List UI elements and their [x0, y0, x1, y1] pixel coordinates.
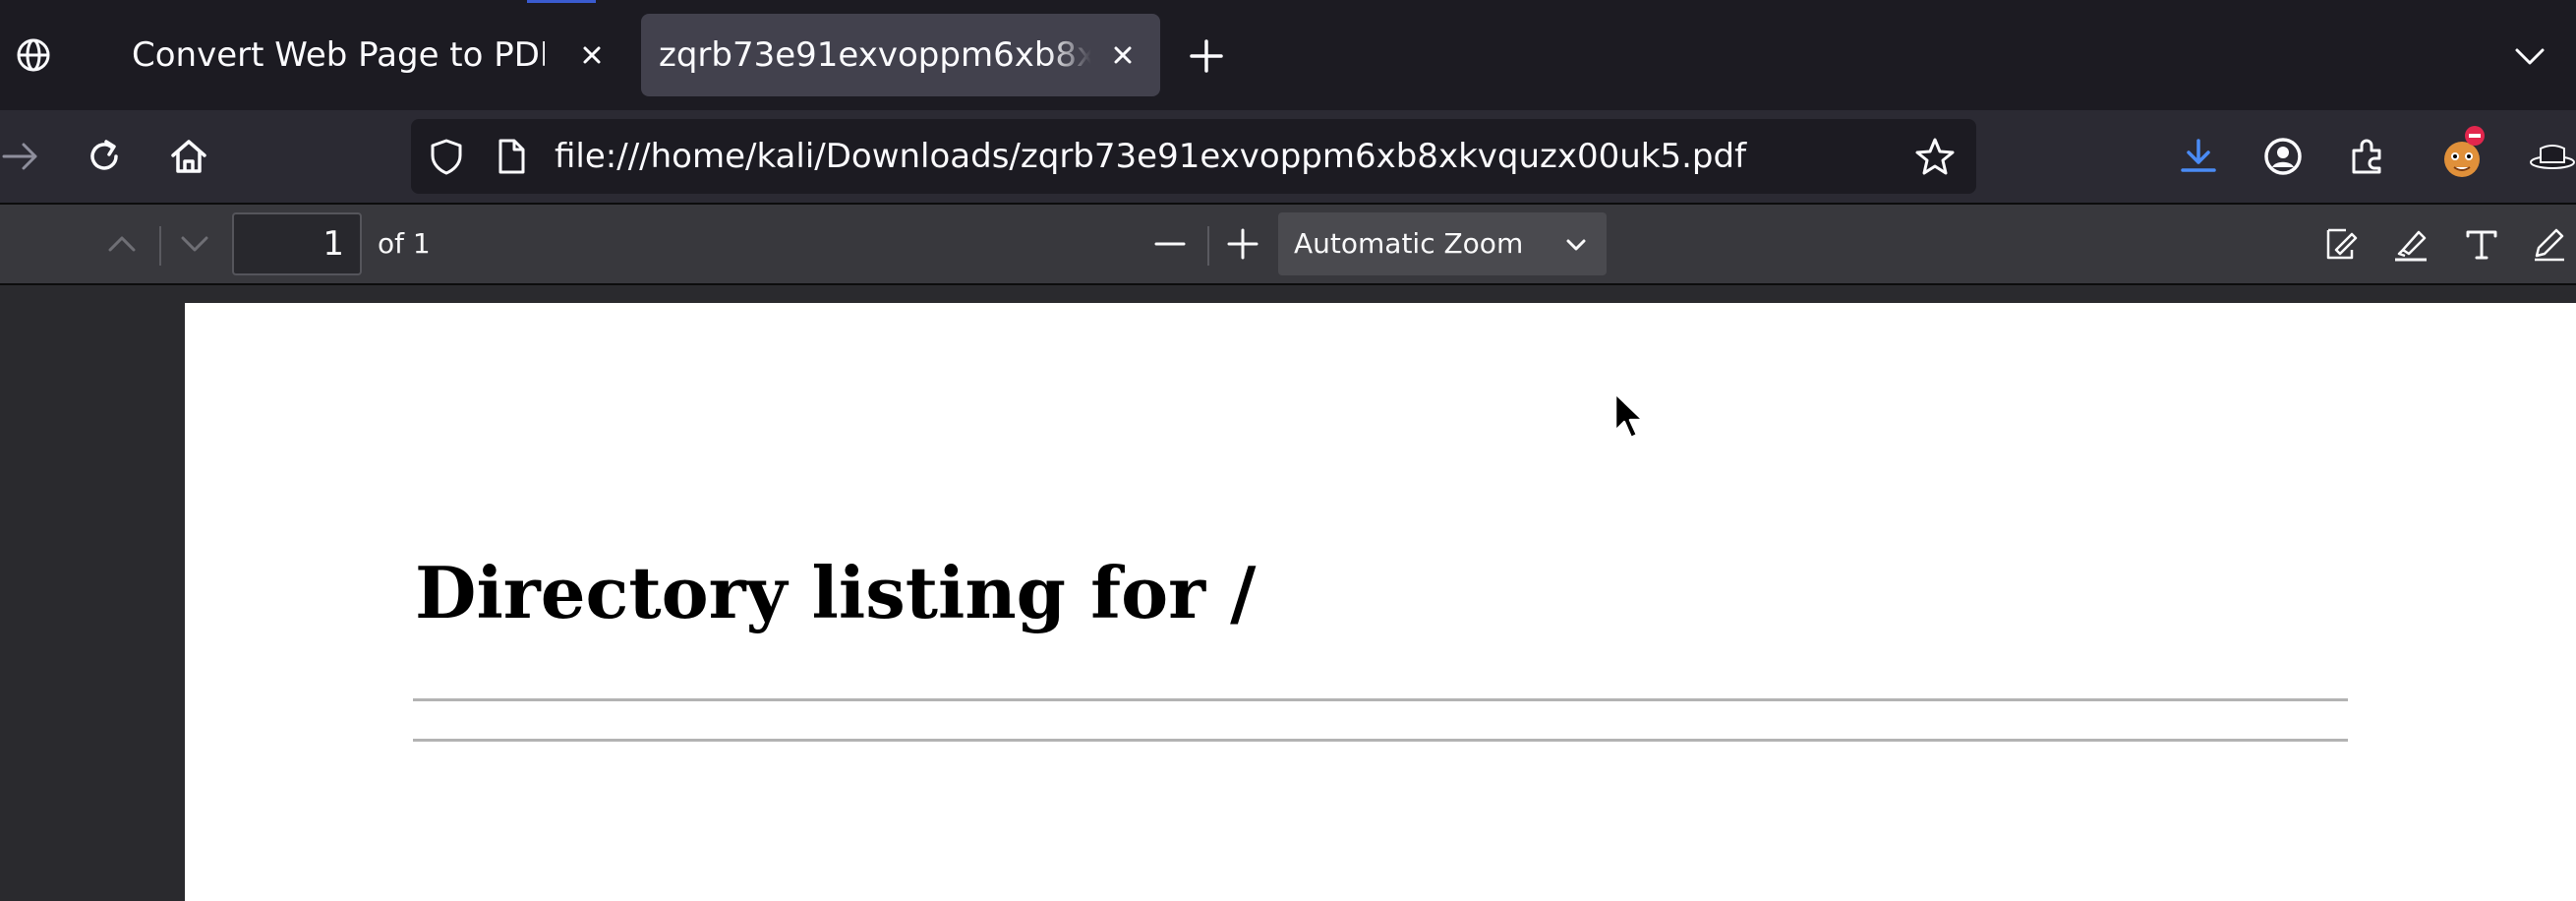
- home-icon[interactable]: [167, 135, 210, 178]
- tab-convert-web-page[interactable]: Convert Web Page to PDF: [110, 14, 629, 96]
- toolbar-separator: [1207, 226, 1209, 266]
- close-icon[interactable]: [574, 37, 610, 73]
- globe-icon[interactable]: [14, 35, 53, 75]
- tab-title: zqrb73e91exvoppm6xb8xkvq: [659, 35, 1091, 75]
- page-number-input[interactable]: 1: [232, 212, 362, 275]
- tab-accent-line: [527, 0, 596, 3]
- pdf-page[interactable]: Directory listing for /: [185, 303, 2576, 901]
- download-icon[interactable]: [2177, 135, 2220, 178]
- close-icon[interactable]: [1105, 37, 1141, 73]
- page-count-label: of 1: [378, 227, 431, 260]
- page-icon[interactable]: [492, 137, 531, 176]
- extensions-icon[interactable]: [2346, 135, 2389, 178]
- zoom-select[interactable]: Automatic Zoom: [1278, 212, 1607, 275]
- horizontal-rule: [413, 698, 2348, 701]
- extension-hat-icon[interactable]: [2527, 135, 2576, 178]
- minus-icon[interactable]: [1150, 224, 1190, 264]
- document-heading: Directory listing for /: [415, 551, 1257, 634]
- tab-pdf-document[interactable]: zqrb73e91exvoppm6xb8xkvq: [641, 14, 1160, 96]
- navigation-toolbar: file:///home/kali/Downloads/zqrb73e91exv…: [0, 110, 2576, 203]
- tab-title: Convert Web Page to PDF: [132, 35, 545, 75]
- tab-strip: Convert Web Page to PDF zqrb73e91exvoppm…: [0, 0, 2576, 110]
- plus-icon[interactable]: [1223, 224, 1262, 264]
- extension-fox-icon[interactable]: [2438, 124, 2491, 183]
- chevron-up-icon[interactable]: [102, 224, 142, 264]
- draw-icon[interactable]: [2529, 224, 2568, 264]
- url-text[interactable]: file:///home/kali/Downloads/zqrb73e91exv…: [555, 119, 1746, 194]
- horizontal-rule: [413, 739, 2348, 742]
- highlight-icon[interactable]: [2391, 224, 2430, 264]
- text-icon[interactable]: [2462, 224, 2501, 264]
- forward-arrow-icon[interactable]: [0, 135, 43, 178]
- mouse-cursor-icon: [1613, 391, 1645, 440]
- signature-icon[interactable]: [2322, 224, 2362, 264]
- url-bar[interactable]: file:///home/kali/Downloads/zqrb73e91exv…: [411, 119, 1976, 194]
- chevron-down-icon: [1566, 239, 1586, 251]
- reload-icon[interactable]: [83, 135, 126, 178]
- pdf-toolbar: 1 of 1 Automatic Zoom: [0, 203, 2576, 285]
- plus-icon[interactable]: [1186, 35, 1227, 77]
- chevron-down-icon[interactable]: [2511, 37, 2548, 75]
- pdf-viewer[interactable]: Directory listing for /: [0, 285, 2576, 901]
- chevron-down-icon[interactable]: [175, 224, 214, 264]
- shield-icon[interactable]: [427, 137, 466, 176]
- account-icon[interactable]: [2261, 135, 2305, 178]
- toolbar-separator: [159, 226, 161, 266]
- zoom-select-value: Automatic Zoom: [1294, 227, 1524, 260]
- star-icon[interactable]: [1913, 135, 1957, 178]
